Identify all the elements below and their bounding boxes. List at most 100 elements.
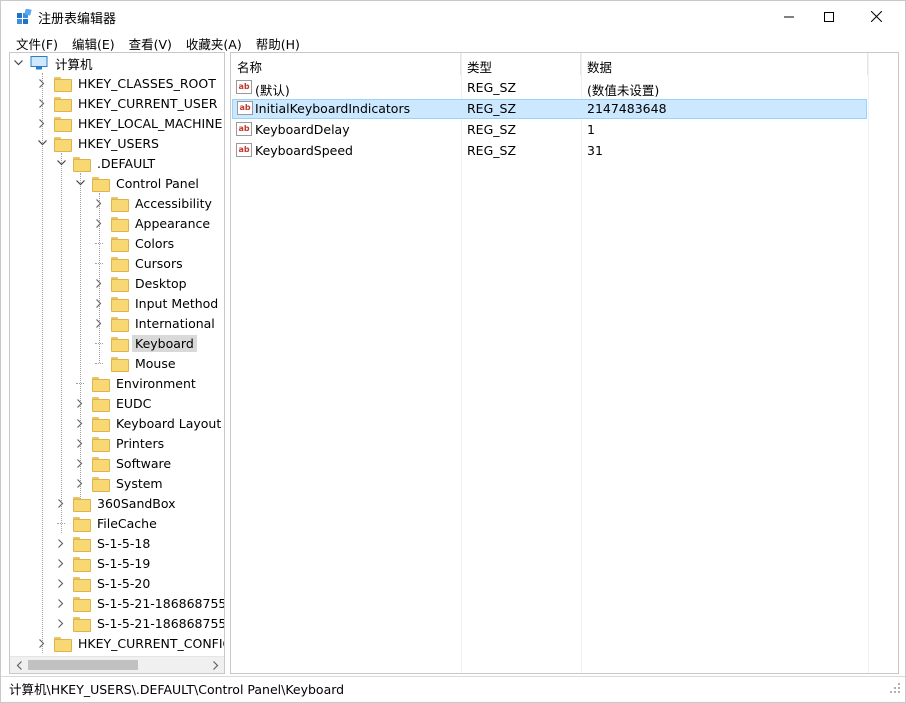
chevron-right-icon[interactable] <box>74 393 86 413</box>
tree-item-eudc[interactable]: EUDC <box>74 393 154 413</box>
chevron-right-icon[interactable] <box>36 73 48 93</box>
tree-item-default[interactable]: .DEFAULT <box>55 153 158 173</box>
close-icon <box>870 11 882 22</box>
tree-label: Appearance <box>135 215 211 231</box>
tree-label: Printers <box>116 435 165 451</box>
chevron-right-icon[interactable] <box>74 453 86 473</box>
tree-item-filecache[interactable]: FileCache <box>55 513 160 533</box>
tree-item-computer[interactable]: 计算机 <box>12 53 96 73</box>
tree-label: EUDC <box>116 395 152 411</box>
close-button[interactable] <box>853 1 899 32</box>
menu-edit[interactable]: 编辑(E) <box>65 32 122 52</box>
tree-item-cursors[interactable]: Cursors <box>93 253 186 273</box>
tree-horizontal-scrollbar[interactable] <box>10 656 224 673</box>
chevron-down-icon[interactable] <box>36 133 48 153</box>
tree-label: 计算机 <box>55 56 93 72</box>
tree-item-s-1-5-20[interactable]: S-1-5-20 <box>55 573 153 593</box>
chevron-right-icon[interactable] <box>93 293 105 313</box>
title-bar[interactable]: 注册表编辑器 <box>1 1 905 32</box>
list-header: 名称 类型 数据 <box>231 53 868 75</box>
minimize-icon <box>784 16 794 17</box>
chevron-right-icon[interactable] <box>93 273 105 293</box>
tree-item-s-1-5-21-b[interactable]: S-1-5-21-1868687558- <box>55 613 224 633</box>
chevron-down-icon[interactable] <box>74 173 86 193</box>
menu-help[interactable]: 帮助(H) <box>249 32 307 52</box>
tree-item-printers[interactable]: Printers <box>74 433 167 453</box>
chevron-right-icon[interactable] <box>55 613 67 633</box>
string-value-icon: ab <box>236 143 252 157</box>
value-row-selected[interactable]: ab InitialKeyboardIndicators REG_SZ 2147… <box>232 99 867 119</box>
chevron-right-icon[interactable] <box>74 433 86 453</box>
chevron-right-icon[interactable] <box>55 593 67 613</box>
folder-icon <box>73 156 91 172</box>
folder-icon <box>111 196 129 212</box>
resize-grip-icon[interactable] <box>889 682 901 694</box>
chevron-right-icon[interactable] <box>36 93 48 113</box>
scrollbar-thumb[interactable] <box>28 660 138 670</box>
tree-item-software[interactable]: Software <box>74 453 174 473</box>
maximize-button[interactable] <box>806 1 852 32</box>
menu-view[interactable]: 查看(V) <box>122 32 179 52</box>
tree-item-hku[interactable]: HKEY_USERS <box>36 133 162 153</box>
value-type: REG_SZ <box>467 122 517 137</box>
chevron-right-icon[interactable] <box>74 413 86 433</box>
scroll-right-icon[interactable] <box>207 657 224 673</box>
chevron-down-icon[interactable] <box>55 153 67 173</box>
tree-item-360sandbox[interactable]: 360SandBox <box>55 493 179 513</box>
tree-item-environment[interactable]: Environment <box>74 373 199 393</box>
value-data: 31 <box>587 143 603 158</box>
values-list-pane[interactable]: 名称 类型 数据 ab (默认) REG_SZ (数值未设置) ab Initi… <box>230 52 899 674</box>
chevron-right-icon[interactable] <box>36 113 48 133</box>
tree-item-mouse[interactable]: Mouse <box>93 353 179 373</box>
tree-item-hkcc[interactable]: HKEY_CURRENT_CONFIG <box>36 633 224 653</box>
value-type: REG_SZ <box>467 101 517 116</box>
tree-item-keyboard-layout[interactable]: Keyboard Layout <box>74 413 224 433</box>
tree-item-s-1-5-19[interactable]: S-1-5-19 <box>55 553 153 573</box>
chevron-right-icon[interactable] <box>93 313 105 333</box>
key-tree-pane[interactable]: 计算机 HKEY_CLASSES_ROOT HKEY_CURRENT_USER … <box>9 52 225 674</box>
tree-item-desktop[interactable]: Desktop <box>93 273 190 293</box>
value-row[interactable]: ab KeyboardSpeed REG_SZ 31 <box>232 141 867 161</box>
chevron-right-icon[interactable] <box>55 493 67 513</box>
registry-editor-window: 注册表编辑器 文件(F) 编辑(E) 查看(V) 收藏夹(A) 帮助(H) 计算… <box>0 0 906 703</box>
tree-item-control-panel[interactable]: Control Panel <box>74 173 202 193</box>
tree-label: Software <box>116 455 172 471</box>
tree-label: Mouse <box>135 355 176 371</box>
tree-item-colors[interactable]: Colors <box>93 233 177 253</box>
column-header-type[interactable]: 类型 <box>461 53 581 75</box>
folder-icon <box>111 236 129 252</box>
tree-item-input-method[interactable]: Input Method <box>93 293 221 313</box>
tree-label: Accessibility <box>135 195 212 211</box>
string-value-icon: ab <box>236 122 252 136</box>
tree-item-appearance[interactable]: Appearance <box>93 213 213 233</box>
tree-label: HKEY_CURRENT_USER <box>78 95 218 111</box>
tree-label: System <box>116 475 163 491</box>
menu-favorites[interactable]: 收藏夹(A) <box>179 32 249 52</box>
menu-file[interactable]: 文件(F) <box>9 32 65 52</box>
tree-item-hkcu[interactable]: HKEY_CURRENT_USER <box>36 93 220 113</box>
tree-item-s-1-5-18[interactable]: S-1-5-18 <box>55 533 153 553</box>
tree-item-international[interactable]: International <box>93 313 218 333</box>
column-header-name[interactable]: 名称 <box>231 53 461 75</box>
tree-item-keyboard[interactable]: Keyboard <box>93 333 197 353</box>
tree-item-system[interactable]: System <box>74 473 166 493</box>
value-name: KeyboardDelay <box>255 122 350 137</box>
tree-item-hkcr[interactable]: HKEY_CLASSES_ROOT <box>36 73 219 93</box>
column-header-data[interactable]: 数据 <box>581 53 868 75</box>
value-row[interactable]: ab (默认) REG_SZ (数值未设置) <box>232 78 867 98</box>
tree-item-hklm[interactable]: HKEY_LOCAL_MACHINE <box>36 113 224 133</box>
chevron-down-icon[interactable] <box>12 53 24 73</box>
chevron-right-icon[interactable] <box>93 193 105 213</box>
chevron-right-icon[interactable] <box>93 213 105 233</box>
chevron-right-icon[interactable] <box>74 473 86 493</box>
chevron-right-icon[interactable] <box>55 573 67 593</box>
value-row[interactable]: ab KeyboardDelay REG_SZ 1 <box>232 120 867 140</box>
chevron-right-icon[interactable] <box>36 633 48 653</box>
tree-item-accessibility[interactable]: Accessibility <box>93 193 215 213</box>
chevron-right-icon[interactable] <box>55 533 67 553</box>
chevron-right-icon[interactable] <box>55 553 67 573</box>
value-data: (数值未设置) <box>587 83 660 98</box>
scroll-left-icon[interactable] <box>10 657 27 673</box>
tree-item-s-1-5-21-a[interactable]: S-1-5-21-1868687558- <box>55 593 224 613</box>
tree-label: S-1-5-19 <box>97 555 151 571</box>
